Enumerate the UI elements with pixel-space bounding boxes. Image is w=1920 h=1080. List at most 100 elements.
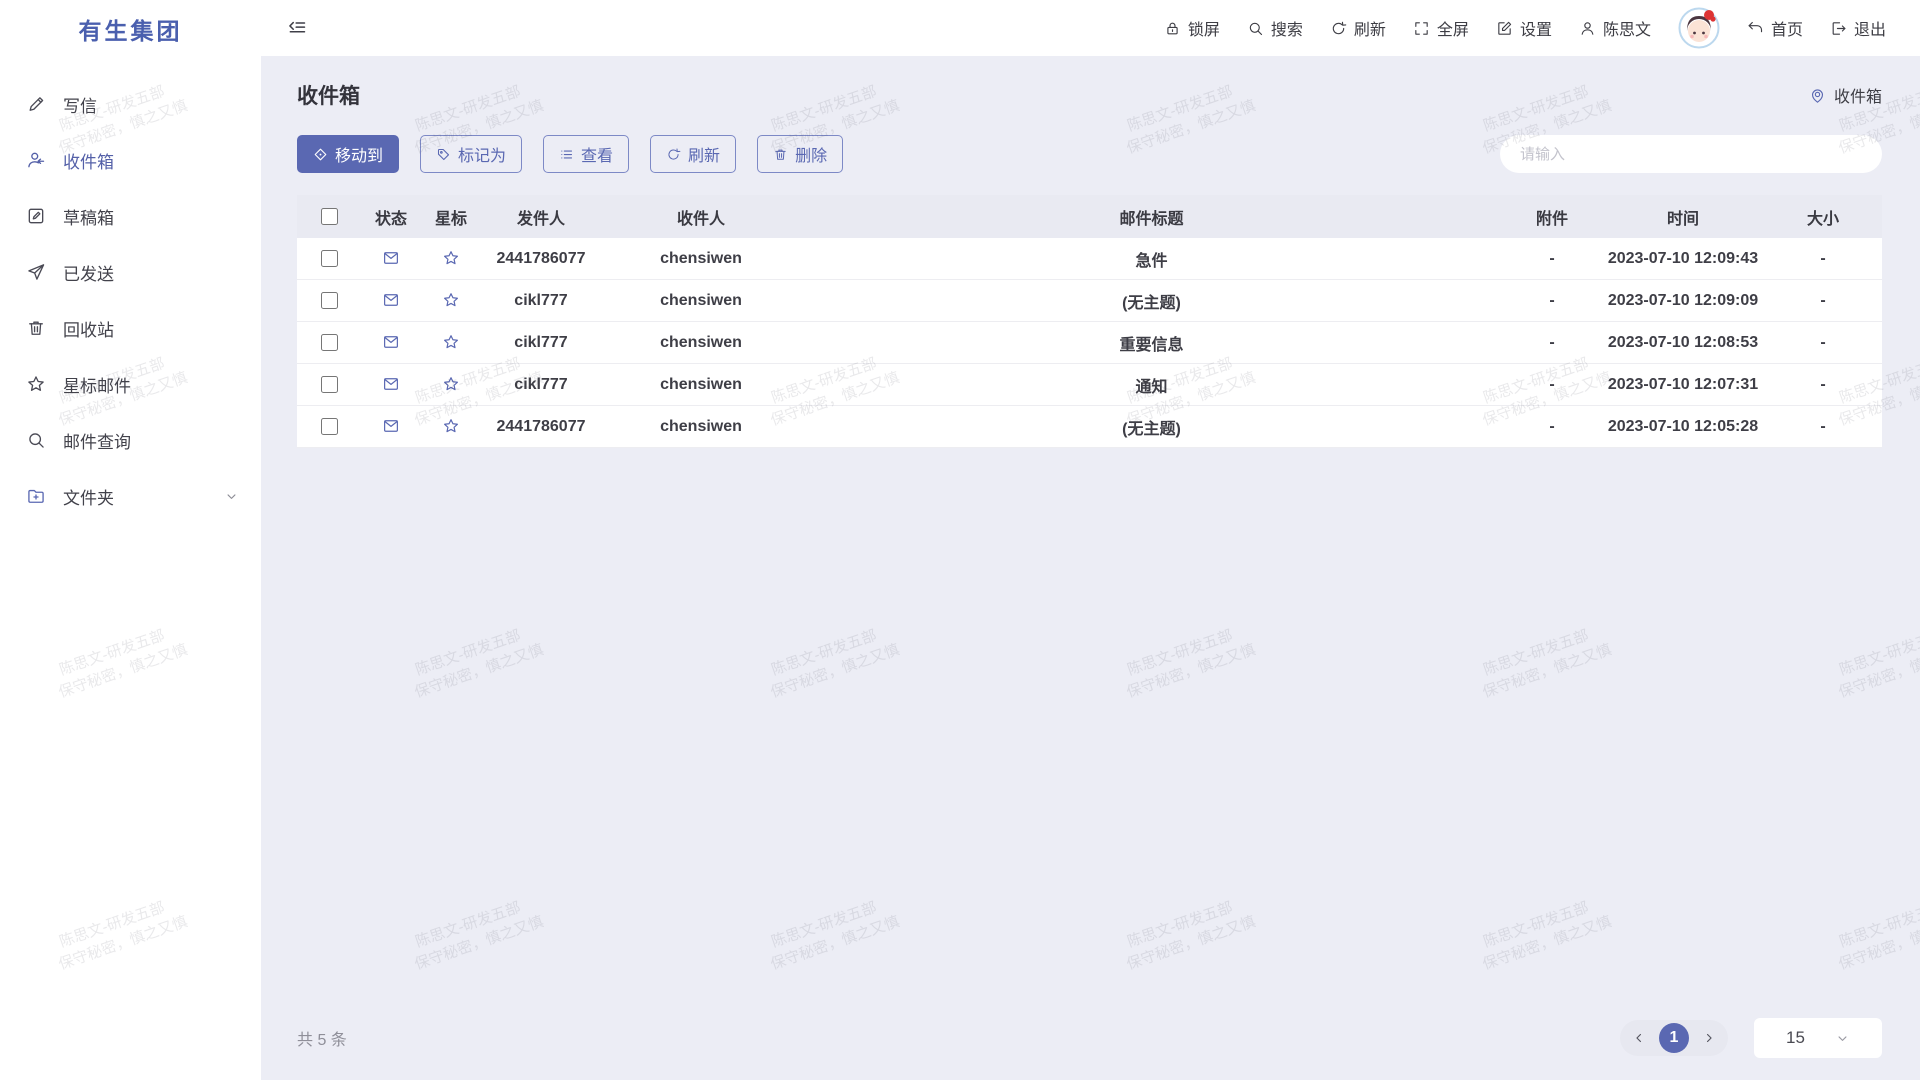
refresh-button[interactable]: 刷新 (650, 135, 736, 173)
cell-attachment: - (1502, 418, 1602, 436)
page-number[interactable]: 1 (1659, 1023, 1689, 1053)
topbar-item-label: 首页 (1771, 16, 1803, 40)
column-header-status: 状态 (361, 205, 421, 229)
table-body: 2441786077 chensiwen 急件 - 2023-07-10 12:… (297, 238, 1882, 448)
total-count: 共 5 条 (297, 1026, 347, 1050)
topbar-item-fullscreen[interactable]: 全屏 (1413, 16, 1469, 40)
row-checkbox[interactable] (321, 334, 338, 351)
content: 收件箱 收件箱 移动到 标记为 查看 刷新 删除 (261, 56, 1920, 1080)
delete-button[interactable]: 删除 (757, 135, 843, 173)
pencil-icon (26, 94, 46, 114)
search-icon (1247, 20, 1264, 37)
location-pin-icon (1809, 87, 1826, 104)
tag-icon (436, 147, 451, 162)
select-all-checkbox[interactable] (321, 208, 338, 225)
sidebar-item-label: 回收站 (63, 316, 114, 341)
envelope-icon (382, 417, 400, 435)
column-header-subject: 邮件标题 (801, 205, 1502, 229)
mark-as-button[interactable]: 标记为 (420, 135, 522, 173)
row-checkbox[interactable] (321, 292, 338, 309)
footer: 共 5 条 1 15 (297, 1018, 1882, 1080)
user-avatar[interactable] (1678, 7, 1720, 49)
refresh-icon (1330, 20, 1347, 37)
table-row[interactable]: 2441786077 chensiwen 急件 - 2023-07-10 12:… (297, 238, 1882, 280)
cell-sender: cikl777 (481, 376, 601, 394)
sidebar-item-starred[interactable]: 星标邮件 (0, 356, 261, 412)
button-label: 移动到 (335, 142, 383, 166)
column-header-star: 星标 (421, 205, 481, 229)
topbar-item-user-menu[interactable]: 陈思文 (1579, 16, 1651, 40)
user-icon (1579, 20, 1596, 37)
row-checkbox[interactable] (321, 250, 338, 267)
table-row[interactable]: cikl777 chensiwen 重要信息 - 2023-07-10 12:0… (297, 322, 1882, 364)
pagination: 1 15 (1620, 1018, 1882, 1058)
sidebar-item-inbox[interactable]: 收件箱 (0, 132, 261, 188)
topbar-item-search[interactable]: 搜索 (1247, 16, 1303, 40)
envelope-icon (382, 249, 400, 267)
cell-sender: cikl777 (481, 334, 601, 352)
row-checkbox[interactable] (321, 376, 338, 393)
chevron-down-icon (1835, 1031, 1850, 1046)
column-header-recipient: 收件人 (601, 205, 801, 229)
table-row[interactable]: cikl777 chensiwen 通知 - 2023-07-10 12:07:… (297, 364, 1882, 406)
topbar-item-label: 全屏 (1437, 16, 1469, 40)
page-size-select[interactable]: 15 (1754, 1018, 1882, 1058)
cell-sender: cikl777 (481, 292, 601, 310)
button-label: 删除 (795, 142, 827, 166)
topbar-item-home[interactable]: 首页 (1747, 16, 1803, 40)
topbar-item-label: 设置 (1520, 16, 1552, 40)
row-checkbox[interactable] (321, 418, 338, 435)
envelope-icon (382, 375, 400, 393)
cell-time: 2023-07-10 12:07:31 (1602, 376, 1764, 394)
prev-page-icon[interactable] (1632, 1031, 1646, 1045)
app-logo: 有生集团 (0, 0, 261, 58)
aim-icon (313, 147, 328, 162)
view-button[interactable]: 查看 (543, 135, 629, 173)
sidebar-item-recycle[interactable]: 回收站 (0, 300, 261, 356)
page-size-value: 15 (1786, 1028, 1805, 1048)
star-icon[interactable] (442, 417, 460, 435)
menu-fold-icon[interactable] (287, 18, 307, 38)
cell-time: 2023-07-10 12:05:28 (1602, 418, 1764, 436)
trash-icon (773, 147, 788, 162)
sidebar-item-drafts[interactable]: 草稿箱 (0, 188, 261, 244)
move-to-button[interactable]: 移动到 (297, 135, 399, 173)
column-header-attachment: 附件 (1502, 205, 1602, 229)
star-icon[interactable] (442, 291, 460, 309)
topbar-item-label: 搜索 (1271, 16, 1303, 40)
sidebar-item-label: 收件箱 (63, 148, 114, 173)
table-row[interactable]: 2441786077 chensiwen (无主题) - 2023-07-10 … (297, 406, 1882, 448)
star-icon[interactable] (442, 333, 460, 351)
send-icon (26, 262, 46, 282)
topbar-item-settings[interactable]: 设置 (1496, 16, 1552, 40)
topbar-item-lock-screen[interactable]: 锁屏 (1164, 16, 1220, 40)
search-input[interactable] (1500, 135, 1882, 173)
sidebar-item-compose[interactable]: 写信 (0, 76, 261, 132)
cell-recipient: chensiwen (601, 334, 801, 352)
cell-subject: 急件 (801, 247, 1502, 271)
sidebar-item-sent[interactable]: 已发送 (0, 244, 261, 300)
cell-attachment: - (1502, 376, 1602, 394)
star-icon[interactable] (442, 249, 460, 267)
next-page-icon[interactable] (1702, 1031, 1716, 1045)
sidebar-item-label: 文件夹 (63, 484, 114, 509)
sidebar-item-folders[interactable]: 文件夹 (0, 468, 261, 524)
sidebar: 有生集团 写信 收件箱 草稿箱 已发送 回收站 星标邮件 邮件查询 文件夹 (0, 0, 261, 1080)
table-row[interactable]: cikl777 chensiwen (无主题) - 2023-07-10 12:… (297, 280, 1882, 322)
star-icon[interactable] (442, 375, 460, 393)
cell-attachment: - (1502, 250, 1602, 268)
sidebar-item-mail-search[interactable]: 邮件查询 (0, 412, 261, 468)
column-header-time: 时间 (1602, 205, 1764, 229)
sidebar-item-label: 邮件查询 (63, 428, 131, 453)
cell-time: 2023-07-10 12:09:09 (1602, 292, 1764, 310)
cell-size: - (1764, 418, 1882, 436)
mail-table: 状态 星标 发件人 收件人 邮件标题 附件 时间 大小 2441786077 c… (297, 195, 1882, 448)
logout-icon (1830, 20, 1847, 37)
star-icon (26, 374, 46, 394)
topbar-item-label: 退出 (1854, 16, 1886, 40)
column-header-sender: 发件人 (481, 205, 601, 229)
topbar-item-refresh[interactable]: 刷新 (1330, 16, 1386, 40)
toolbar: 移动到 标记为 查看 刷新 删除 (297, 135, 1882, 173)
topbar-item-logout[interactable]: 退出 (1830, 16, 1886, 40)
topbar-item-label: 锁屏 (1188, 16, 1220, 40)
